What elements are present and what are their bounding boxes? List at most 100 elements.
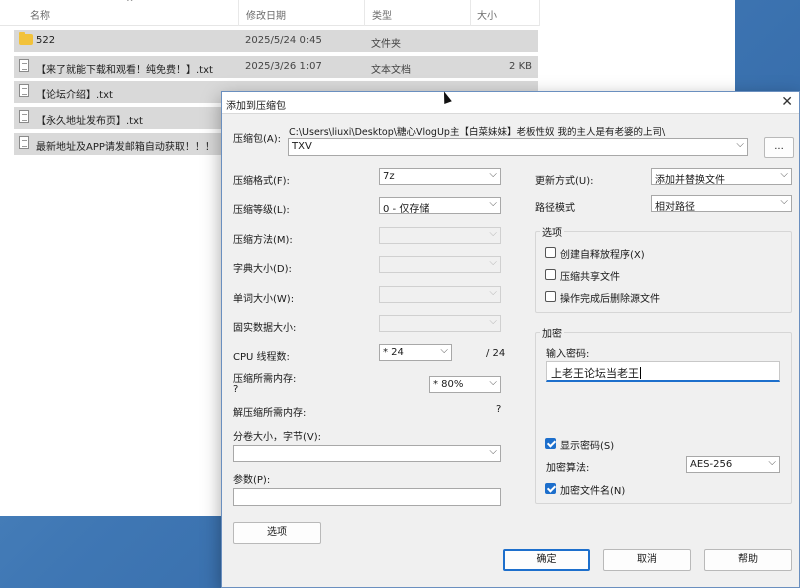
encryption-method-label: 加密算法: — [546, 463, 590, 474]
text-file-icon — [19, 136, 29, 150]
word-size-label: 单词大小(W): — [233, 294, 295, 305]
archive-path: C:\Users\liuxi\Desktop\糖心VlogUp主【白菜妹妹】老板… — [289, 127, 666, 138]
column-divider[interactable] — [238, 0, 239, 26]
memory-note: ? — [233, 384, 239, 395]
file-list-header: ^ 名称 修改日期 类型 大小 — [0, 0, 540, 26]
update-mode-value: 添加并替换文件 — [655, 175, 725, 186]
update-mode-label: 更新方式(U): — [535, 176, 594, 187]
compress-shared-checkbox[interactable]: 压缩共享文件 — [545, 268, 705, 283]
create-sfx-label: 创建自释放程序(X) — [560, 250, 645, 261]
cpu-threads-select[interactable]: * 24 ⌵ — [379, 344, 452, 361]
chevron-down-icon[interactable]: ⌵ — [736, 139, 744, 150]
file-row[interactable]: 522 2025/5/24 0:45 文件夹 — [14, 30, 538, 52]
level-value: 0 - 仅存储 — [383, 204, 430, 215]
checkbox-box[interactable] — [545, 269, 556, 280]
ok-button[interactable]: 确定 — [503, 549, 590, 571]
help-button[interactable]: 帮助 — [704, 549, 792, 571]
cpu-threads-total: / 24 — [486, 348, 506, 359]
chevron-down-icon[interactable]: ⌵ — [489, 446, 497, 457]
chevron-down-icon: ⌵ — [489, 287, 497, 298]
parameters-input[interactable] — [233, 488, 501, 506]
level-select[interactable]: 0 - 仅存储 ⌵ — [379, 197, 501, 215]
memory-usage-select[interactable]: * 80% ⌵ — [429, 376, 501, 393]
dialog-titlebar[interactable]: 添加到压缩包 ✕ — [222, 92, 799, 114]
text-file-icon — [19, 59, 29, 73]
encryption-method-value: AES-256 — [690, 459, 733, 470]
file-name: 【论坛介绍】.txt — [36, 90, 113, 101]
file-name: 【永久地址发布页】.txt — [36, 116, 143, 127]
decompress-memory-label: 解压缩所需内存: — [233, 408, 307, 419]
chevron-down-icon: ⌵ — [489, 377, 497, 388]
dialog-title: 添加到压缩包 — [226, 101, 286, 112]
browse-button[interactable]: ... — [764, 137, 794, 158]
format-value: 7z — [383, 171, 395, 182]
encrypt-filenames-label: 加密文件名(N) — [560, 486, 626, 497]
dict-size-select: ⌵ — [379, 256, 501, 273]
volume-size-label: 分卷大小，字节(V): — [233, 432, 322, 443]
chevron-down-icon: ⌵ — [780, 169, 788, 180]
encryption-group-title: 加密 — [540, 325, 564, 340]
column-header-name[interactable]: 名称 — [30, 7, 50, 22]
delete-source-checkbox[interactable]: 操作完成后删除源文件 — [545, 290, 715, 305]
show-password-checkbox[interactable]: 显示密码(S) — [545, 437, 655, 452]
level-label: 压缩等级(L): — [233, 205, 290, 216]
word-size-select: ⌵ — [379, 286, 501, 303]
encrypt-filenames-checkbox[interactable]: 加密文件名(N) — [545, 482, 655, 497]
memory-usage-value: * 80% — [433, 379, 464, 390]
archive-name-combo[interactable]: TXV ⌵ — [288, 138, 748, 156]
column-divider[interactable] — [470, 0, 471, 26]
column-header-type[interactable]: 类型 — [372, 7, 392, 22]
solid-size-label: 固实数据大小: — [233, 323, 297, 334]
chevron-down-icon: ⌵ — [489, 316, 497, 327]
path-mode-select[interactable]: 相对路径 ⌵ — [651, 195, 792, 213]
compress-shared-label: 压缩共享文件 — [560, 272, 620, 283]
column-divider[interactable] — [364, 0, 365, 26]
encryption-method-select[interactable]: AES-256 ⌵ — [686, 456, 780, 473]
file-name: 522 — [36, 35, 56, 46]
file-name: 最新地址及APP请发邮箱自动获取！！！ — [36, 142, 215, 153]
checkbox-checked-icon[interactable] — [545, 483, 556, 494]
column-divider[interactable] — [539, 0, 540, 26]
checkbox-checked-icon[interactable] — [545, 438, 556, 449]
file-name: 【来了就能下载和观看！纯免费！】.txt — [36, 65, 213, 76]
decompress-memory-value: ? — [496, 404, 502, 415]
delete-source-label: 操作完成后删除源文件 — [560, 294, 660, 305]
text-file-icon — [19, 110, 29, 124]
file-date: 2025/5/24 0:45 — [245, 35, 322, 46]
path-mode-value: 相对路径 — [655, 202, 695, 213]
cpu-threads-value: * 24 — [383, 347, 404, 358]
options-group-title: 选项 — [540, 224, 564, 239]
create-sfx-checkbox[interactable]: 创建自释放程序(X) — [545, 246, 705, 261]
file-type: 文本文档 — [371, 65, 411, 76]
volume-size-combo[interactable]: ⌵ — [233, 445, 501, 462]
column-header-size[interactable]: 大小 — [477, 7, 497, 22]
close-icon[interactable]: ✕ — [781, 94, 793, 110]
format-select[interactable]: 7z ⌵ — [379, 168, 501, 185]
format-label: 压缩格式(F): — [233, 176, 290, 187]
method-select: ⌵ — [379, 227, 501, 244]
dict-size-label: 字典大小(D): — [233, 264, 292, 275]
options-button[interactable]: 选项 — [233, 522, 321, 544]
cpu-threads-label: CPU 线程数: — [233, 352, 290, 363]
chevron-down-icon: ⌵ — [489, 198, 497, 209]
checkbox-box[interactable] — [545, 247, 556, 258]
chevron-down-icon: ⌵ — [489, 257, 497, 268]
text-caret — [640, 367, 641, 379]
memory-label: 压缩所需内存: — [233, 374, 297, 385]
file-row[interactable]: 【来了就能下载和观看！纯免费！】.txt 2025/3/26 1:07 文本文档… — [14, 56, 538, 78]
path-mode-label: 路径模式 — [535, 203, 575, 214]
solid-size-select: ⌵ — [379, 315, 501, 332]
add-to-archive-dialog: 添加到压缩包 ✕ 压缩包(A): C:\Users\liuxi\Desktop\… — [221, 91, 800, 588]
archive-name-value: TXV — [292, 141, 312, 152]
column-header-date[interactable]: 修改日期 — [246, 7, 286, 22]
checkbox-box[interactable] — [545, 291, 556, 302]
password-value: 上老王论坛当老王 — [551, 367, 639, 380]
file-size: 2 KB — [509, 61, 532, 72]
folder-icon — [19, 32, 33, 45]
chevron-down-icon: ⌵ — [768, 457, 776, 468]
archive-label: 压缩包(A): — [233, 134, 282, 145]
cancel-button[interactable]: 取消 — [603, 549, 691, 571]
password-input[interactable]: 上老王论坛当老王 — [546, 361, 780, 382]
update-mode-select[interactable]: 添加并替换文件 ⌵ — [651, 168, 792, 186]
password-label: 输入密码: — [546, 349, 590, 360]
